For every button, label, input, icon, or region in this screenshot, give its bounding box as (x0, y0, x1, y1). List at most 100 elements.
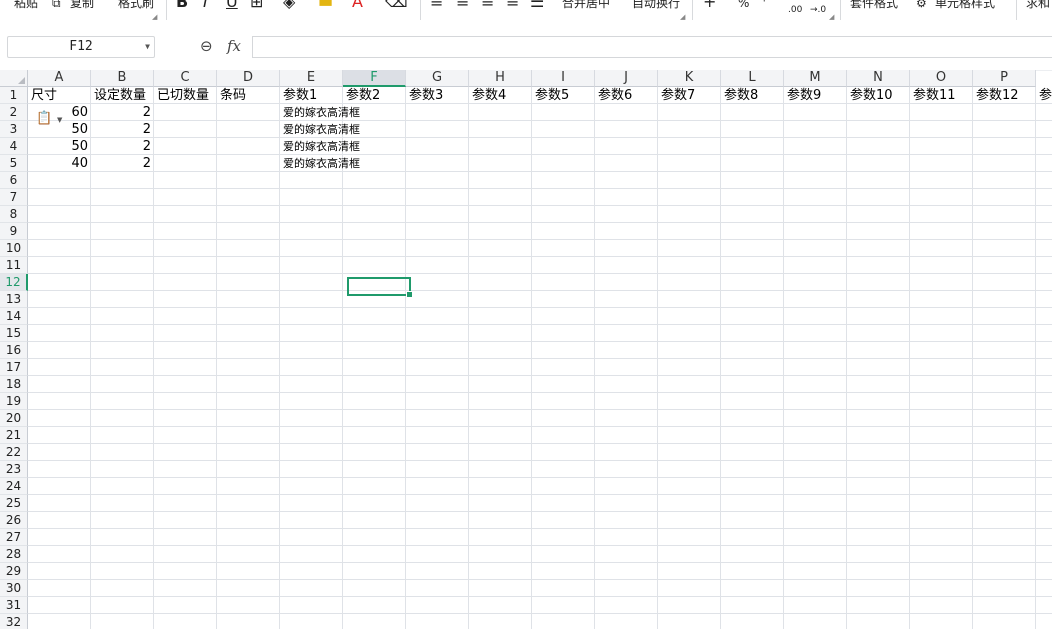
column-header-m[interactable]: M (784, 70, 847, 87)
header-cell[interactable]: 参数12 (973, 87, 1022, 104)
row-header-5[interactable]: 5 (0, 155, 28, 172)
row-header-15[interactable]: 15 (0, 325, 28, 342)
font-color-icon[interactable]: A (352, 0, 363, 10)
row-header-30[interactable]: 30 (0, 580, 28, 597)
column-header-g[interactable]: G (406, 70, 469, 87)
italic-button[interactable]: I (203, 0, 208, 10)
column-header-k[interactable]: K (658, 70, 721, 87)
bold-button[interactable]: B (176, 0, 188, 10)
justify-icon[interactable]: ≡ (506, 0, 519, 10)
column-header-d[interactable]: D (217, 70, 280, 87)
quantity-cell[interactable]: 2 (91, 121, 154, 138)
header-cell[interactable]: 参数5 (532, 87, 572, 104)
table-format-button[interactable]: 套件格式 (850, 0, 898, 11)
row-header-21[interactable]: 21 (0, 427, 28, 444)
row-header-27[interactable]: 27 (0, 529, 28, 546)
row-header-2[interactable]: 2 (0, 104, 28, 121)
eraser-icon[interactable]: ⌫ (385, 0, 408, 10)
row-header-24[interactable]: 24 (0, 478, 28, 495)
cell-style-icon[interactable]: ⚙ (916, 0, 927, 11)
copy-icon[interactable]: ⧉ (52, 0, 61, 11)
copy-button[interactable]: 复制 (70, 0, 94, 11)
row-header-22[interactable]: 22 (0, 444, 28, 461)
column-header-h[interactable]: H (469, 70, 532, 87)
header-cell[interactable]: 参数8 (721, 87, 761, 104)
header-cell[interactable]: 参数3 (406, 87, 446, 104)
header-cell[interactable]: 参数11 (910, 87, 959, 104)
header-cell[interactable]: 参数6 (595, 87, 635, 104)
fill-shape-icon[interactable]: ◈ (283, 0, 295, 10)
align-center-icon[interactable]: ≡ (456, 0, 469, 10)
number-format-icon[interactable]: + (703, 0, 716, 10)
param1-cell[interactable]: 爱的嫁衣高清框 (280, 155, 363, 172)
header-cell[interactable]: 已切数量 (154, 87, 212, 104)
row-header-23[interactable]: 23 (0, 461, 28, 478)
header-cell[interactable]: 设定数量 (91, 87, 149, 104)
chevron-down-icon[interactable]: ▼ (145, 37, 150, 57)
row-header-14[interactable]: 14 (0, 308, 28, 325)
row-header-29[interactable]: 29 (0, 563, 28, 580)
selected-cell-highlight[interactable] (347, 277, 413, 298)
header-cell[interactable]: 参 (1036, 87, 1052, 104)
row-header-28[interactable]: 28 (0, 546, 28, 563)
underline-button[interactable]: U (226, 0, 238, 10)
format-painter-button[interactable]: 格式刷 (118, 0, 154, 11)
column-header-e[interactable]: E (280, 70, 343, 87)
header-cell[interactable]: 条码 (217, 87, 249, 104)
thousands-icon[interactable]: ⁺ (760, 0, 768, 10)
cell-style-button[interactable]: 单元格样式 (935, 0, 995, 11)
alignment-launcher-icon[interactable]: ◢ (680, 13, 685, 21)
function-icon[interactable]: fx (227, 37, 241, 55)
column-header-l[interactable]: L (721, 70, 784, 87)
header-cell[interactable]: 参数1 (280, 87, 320, 104)
header-cell[interactable]: 参数10 (847, 87, 896, 104)
row-header-11[interactable]: 11 (0, 257, 28, 274)
merge-center-button[interactable]: 合并居中 (562, 0, 610, 11)
paste-button[interactable]: 粘贴 (14, 0, 38, 11)
size-cell[interactable]: 40 (28, 155, 91, 172)
row-header-16[interactable]: 16 (0, 342, 28, 359)
row-header-7[interactable]: 7 (0, 189, 28, 206)
header-cell[interactable]: 参数9 (784, 87, 824, 104)
row-header-26[interactable]: 26 (0, 512, 28, 529)
clipboard-launcher-icon[interactable]: ◢ (152, 13, 157, 21)
row-header-31[interactable]: 31 (0, 597, 28, 614)
sum-button[interactable]: 求和 (1026, 0, 1050, 11)
formula-input[interactable] (252, 36, 1052, 58)
row-header-9[interactable]: 9 (0, 223, 28, 240)
row-header-1[interactable]: 1 (0, 87, 28, 104)
row-header-17[interactable]: 17 (0, 359, 28, 376)
column-header-n[interactable]: N (847, 70, 910, 87)
increase-decimal-button[interactable]: .00 (788, 2, 802, 18)
column-header-a[interactable]: A (28, 70, 91, 87)
row-header-4[interactable]: 4 (0, 138, 28, 155)
align-left-icon[interactable]: ≡ (430, 0, 443, 10)
column-header-c[interactable]: C (154, 70, 217, 87)
quantity-cell[interactable]: 2 (91, 104, 154, 121)
number-launcher-icon[interactable]: ◢ (829, 13, 834, 21)
decrease-decimal-button[interactable]: →.0 (810, 2, 826, 18)
header-cell[interactable]: 尺寸 (28, 87, 60, 104)
column-header-i[interactable]: I (532, 70, 595, 87)
column-header-o[interactable]: O (910, 70, 973, 87)
param1-cell[interactable]: 爱的嫁衣高清框 (280, 121, 363, 138)
column-header-p[interactable]: P (973, 70, 1036, 87)
row-header-18[interactable]: 18 (0, 376, 28, 393)
header-cell[interactable]: 参数4 (469, 87, 509, 104)
size-cell[interactable]: 50 (28, 138, 91, 155)
row-header-32[interactable]: 32 (0, 614, 28, 629)
select-all-corner[interactable] (0, 70, 28, 87)
row-header-19[interactable]: 19 (0, 393, 28, 410)
zoom-search-icon[interactable]: ⊖ (200, 37, 213, 55)
paste-options-icon[interactable]: 📋 ▼ (36, 111, 62, 129)
header-cell[interactable]: 参数7 (658, 87, 698, 104)
row-header-13[interactable]: 13 (0, 291, 28, 308)
distributed-icon[interactable]: ☰ (530, 0, 544, 10)
cell-area[interactable]: 尺寸 设定数量 已切数量 条码 参数1 参数2 参数3 参数4 参数5 参数6 参数7 参数8 参数9 参… (28, 87, 1052, 629)
param1-cell[interactable]: 爱的嫁衣高清框 (280, 104, 363, 121)
border-icon[interactable]: ⊞ (250, 0, 263, 10)
quantity-cell[interactable]: 2 (91, 138, 154, 155)
param1-cell[interactable]: 爱的嫁衣高清框 (280, 138, 363, 155)
align-right-icon[interactable]: ≡ (481, 0, 494, 10)
row-header-8[interactable]: 8 (0, 206, 28, 223)
